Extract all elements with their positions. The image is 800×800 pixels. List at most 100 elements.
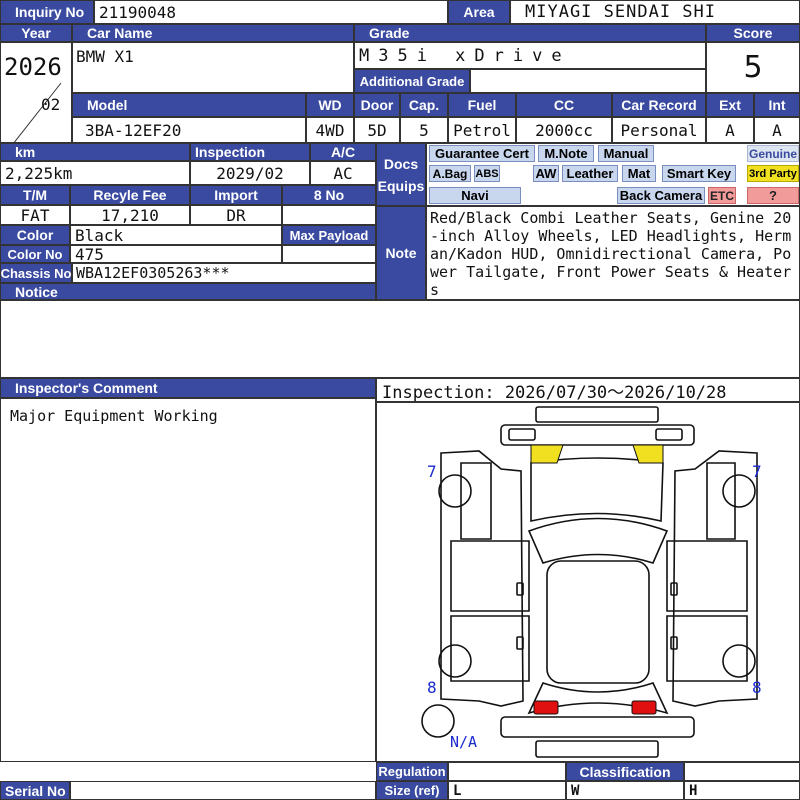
additional-grade-label: Additional Grade <box>354 69 470 93</box>
right-side <box>672 450 758 707</box>
serial-no-label: Serial No <box>0 781 70 800</box>
size-w: W <box>566 781 684 800</box>
note-label: Note <box>376 206 426 300</box>
equip-manual: Manual <box>598 145 654 162</box>
headlight-left <box>530 444 564 464</box>
car-record-label: Car Record <box>612 93 706 117</box>
equip-m-note: M.Note <box>538 145 594 162</box>
door-label: Door <box>354 93 400 117</box>
score-value: 5 <box>706 42 800 93</box>
inquiry-no-value: 21190048 <box>94 0 448 24</box>
fuel-value: Petrol <box>448 117 516 143</box>
docs-label: Docs <box>383 155 419 172</box>
equip-guarantee-cert: Guarantee Cert <box>429 145 535 162</box>
tire-front-left-label: 7 <box>427 462 437 481</box>
classification-label: Classification <box>566 762 684 781</box>
car-name-value: BMW X1 <box>72 42 354 93</box>
regulation-value <box>448 762 566 781</box>
door-value: 5D <box>354 117 400 143</box>
color-no-label: Color No <box>0 245 70 263</box>
wd-value: 4WD <box>306 117 354 143</box>
size-h: H <box>684 781 800 800</box>
grade-label: Grade <box>354 24 706 42</box>
tm-label: T/M <box>0 185 70 205</box>
hood <box>530 457 664 523</box>
equip-third-party: 3rd Party <box>747 165 799 182</box>
import-label: Import <box>190 185 282 205</box>
equip-smart-key: Smart Key <box>662 165 736 182</box>
equip-back-camera: Back Camera <box>617 187 705 204</box>
equip-leather: Leather <box>562 165 618 182</box>
car-diagram-panel: 7 7 8 8 N/A <box>376 402 800 762</box>
taillight-left <box>533 700 559 715</box>
taillight-right <box>631 700 657 715</box>
car-record-value: Personal <box>612 117 706 143</box>
ext-value: A <box>706 117 754 143</box>
car-name-label: Car Name <box>72 24 354 42</box>
left-side <box>440 450 524 707</box>
area-label: Area <box>448 0 510 24</box>
chassis-no-value: WBA12EF0305263*** <box>72 263 376 283</box>
wheel-rear-left <box>438 644 472 678</box>
ext-label: Ext <box>706 93 754 117</box>
front-bumper <box>500 424 695 446</box>
rear-bumper-bottom <box>535 740 659 758</box>
windshield <box>527 517 669 564</box>
inspection-label: Inspection <box>190 143 310 161</box>
tm-value: FAT <box>0 205 70 225</box>
inspectors-comment-label: Inspector's Comment <box>0 378 376 398</box>
tire-front-right-label: 7 <box>752 462 762 481</box>
wheel-rear-right <box>722 644 756 678</box>
cap-label: Cap. <box>400 93 448 117</box>
equip-genuine: Genuine <box>747 145 799 162</box>
color-no-value: 475 <box>70 245 282 263</box>
year-cell: 2026 02 <box>0 42 72 143</box>
fuel-label: Fuel <box>448 93 516 117</box>
size-ref-label: Size (ref) <box>376 781 448 800</box>
docs-equips-label: Docs Equips <box>376 143 426 206</box>
ac-label: A/C <box>310 143 376 161</box>
chassis-no-label: Chassis No <box>0 263 72 283</box>
tire-rear-right-label: 8 <box>752 678 762 697</box>
cc-label: CC <box>516 93 612 117</box>
equipment-panel: Guarantee Cert M.Note Manual Genuine A.B… <box>426 143 800 206</box>
equip-aw: AW <box>533 165 559 182</box>
year-value: 2026 <box>4 53 62 81</box>
eight-no-label: 8 No <box>282 185 376 205</box>
car-diagram: 7 7 8 8 N/A <box>421 406 762 758</box>
wd-label: WD <box>306 93 354 117</box>
km-value: 2,225km <box>0 161 190 185</box>
cap-value: 5 <box>400 117 448 143</box>
wheel-front-right <box>722 474 756 508</box>
front-bumper-top <box>535 406 659 423</box>
additional-grade-value <box>470 69 706 93</box>
year-month-value: 02 <box>41 95 61 114</box>
color-value: Black <box>70 225 282 245</box>
inspectors-comment-value: Major Equipment Working <box>0 398 376 762</box>
cc-value: 2000cc <box>516 117 612 143</box>
grade-value: M35i xDrive <box>354 42 706 69</box>
eight-no-value <box>282 205 376 225</box>
classification-value <box>684 762 800 781</box>
rear-bumper <box>500 716 695 738</box>
inspection-value: 2029/02 <box>190 161 310 185</box>
max-payload-value <box>282 245 376 263</box>
roof <box>546 560 650 684</box>
wheel-front-left <box>438 474 472 508</box>
equip-abs: ABS <box>474 165 500 182</box>
equip-unknown: ? <box>747 187 799 204</box>
notice-area <box>0 300 800 378</box>
score-label: Score <box>706 24 800 42</box>
km-label: km <box>0 143 190 161</box>
equip-navi: Navi <box>429 187 521 204</box>
note-value: Red/Black Combi Leather Seats, Genine 20… <box>426 206 800 300</box>
notice-label: Notice <box>0 283 376 300</box>
area-value: MIYAGI SENDAI SHI <box>510 0 800 24</box>
equip-a-bag: A.Bag <box>429 165 471 182</box>
model-value: 3BA-12EF20 <box>72 117 306 143</box>
serial-no-value <box>70 781 376 800</box>
import-value: DR <box>190 205 282 225</box>
ac-value: AC <box>310 161 376 185</box>
size-l: L <box>448 781 566 800</box>
inspection-period: Inspection: 2026/07/30〜2026/10/28 <box>376 378 800 402</box>
